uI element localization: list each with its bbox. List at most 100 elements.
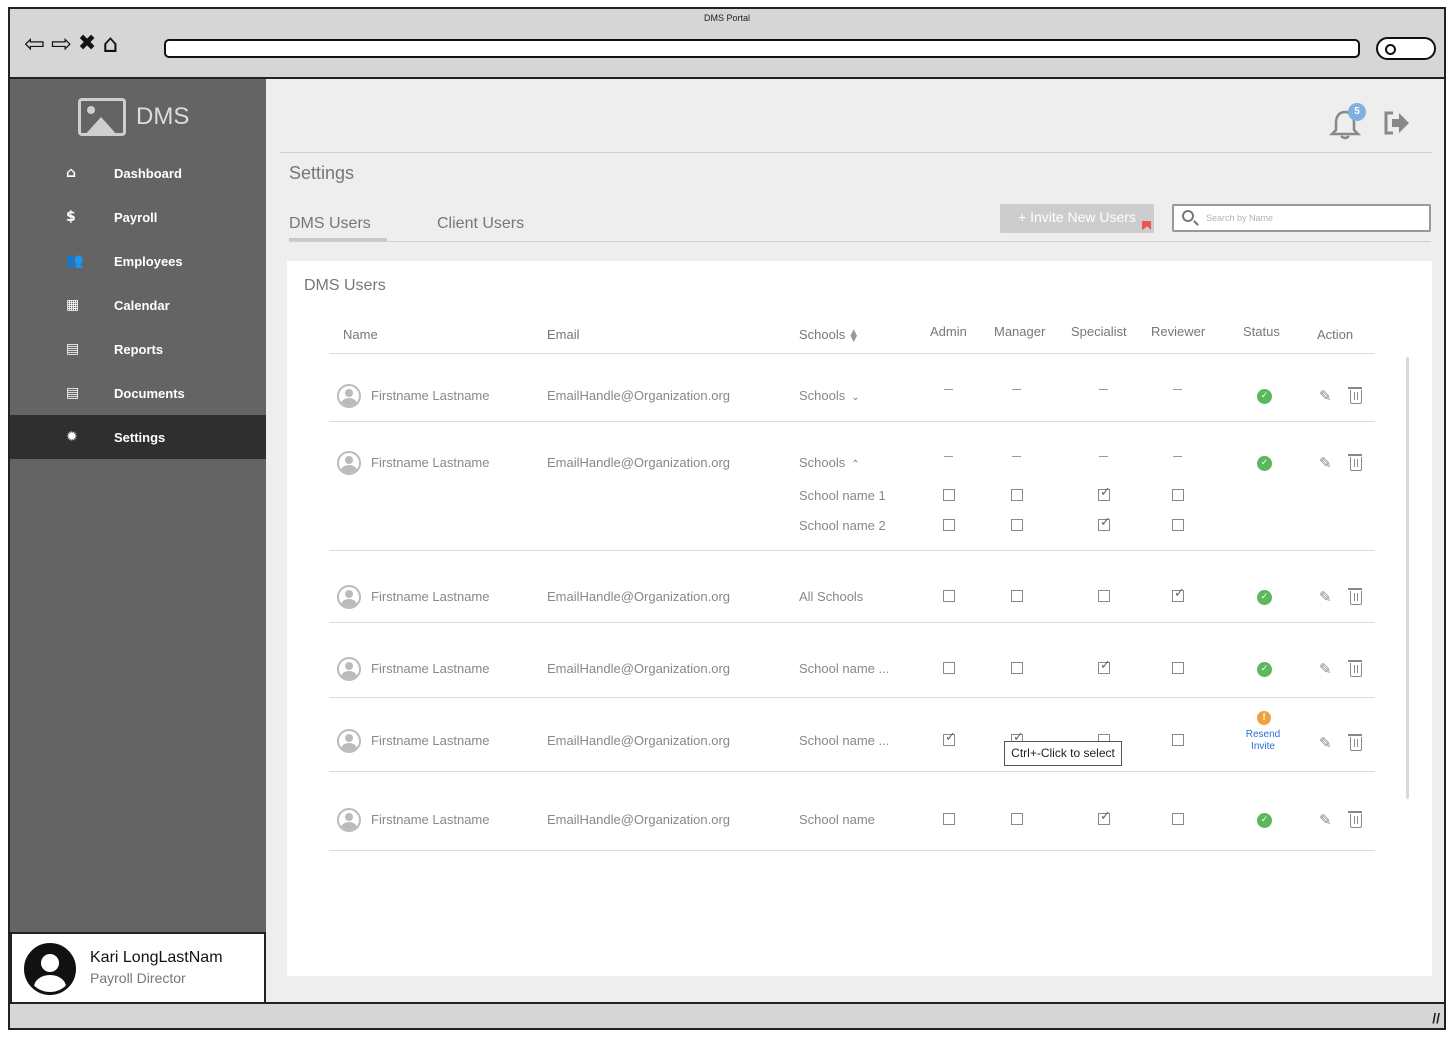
scrollbar[interactable] [1406, 357, 1409, 799]
user-profile[interactable]: Kari LongLastNam Payroll Director [10, 932, 266, 1004]
role-empty-dash [1099, 456, 1108, 457]
row-divider [329, 850, 1375, 851]
role-checkbox[interactable] [943, 662, 955, 674]
trash-icon[interactable] [1348, 734, 1362, 751]
role-checkbox[interactable] [1011, 813, 1023, 825]
sidebar: DMS ⌂ Dashboard $ Payroll 👥 Employees ▦ Calenda… [10, 79, 266, 1004]
schools-dropdown[interactable]: Schools ⌃ [799, 455, 860, 470]
sort-icon[interactable]: ▲ ▼ [850, 328, 857, 343]
sidebar-item-employees[interactable]: 👥 Employees [10, 239, 266, 283]
warning-icon: ! [1257, 711, 1271, 725]
tab-client-users[interactable]: Client Users [437, 215, 524, 241]
role-checkbox[interactable] [1172, 813, 1184, 825]
role-checkbox[interactable] [1011, 662, 1023, 674]
role-checkbox[interactable] [1098, 658, 1111, 674]
user-email: EmailHandle@Organization.org [547, 589, 731, 604]
role-checkbox[interactable] [943, 519, 955, 531]
edit-pencil-icon[interactable]: ✎ [1319, 735, 1335, 751]
user-name: Firstname Lastname [371, 812, 490, 827]
role-checkbox[interactable] [1098, 590, 1110, 602]
role-checkbox[interactable] [1172, 662, 1184, 674]
role-checkbox[interactable] [1011, 489, 1023, 501]
edit-pencil-icon[interactable]: ✎ [1319, 812, 1335, 828]
resize-grip-icon[interactable]: // [1432, 1010, 1440, 1026]
tab-dms-users[interactable]: DMS Users [289, 215, 387, 241]
status-active-icon: ✓ [1257, 456, 1272, 471]
role-checkbox[interactable] [1011, 590, 1023, 602]
chevron-down-icon[interactable]: ⌄ [851, 392, 859, 403]
role-checkbox[interactable] [943, 590, 955, 602]
row-divider [329, 353, 1375, 354]
profile-name: Kari LongLastNam [90, 949, 223, 966]
sidebar-item-documents[interactable]: ▤ Documents [10, 371, 266, 415]
user-avatar-icon [337, 808, 361, 832]
role-checkbox[interactable] [943, 813, 955, 825]
role-checkbox[interactable] [943, 730, 956, 746]
trash-icon[interactable] [1348, 387, 1362, 404]
user-email: EmailHandle@Organization.org [547, 812, 731, 827]
column-header-action: Action [1317, 327, 1354, 342]
edit-pencil-icon[interactable]: ✎ [1319, 388, 1335, 404]
resend-invite-link[interactable]: Resend Invite [1238, 729, 1288, 753]
forward-arrow-icon[interactable]: ⇨ [51, 29, 72, 59]
status-active-icon: ✓ [1257, 590, 1272, 605]
edit-pencil-icon[interactable]: ✎ [1319, 661, 1335, 677]
user-email: EmailHandle@Organization.org [547, 661, 731, 676]
logo: DMS [78, 98, 189, 136]
sidebar-item-calendar[interactable]: ▦ Calendar [10, 283, 266, 327]
role-checkbox[interactable] [943, 489, 955, 501]
row-divider [329, 550, 1375, 551]
sidebar-item-label: Dashboard [114, 165, 182, 181]
close-x-icon[interactable]: ✖ [78, 29, 96, 59]
sidebar-item-reports[interactable]: ▤ Reports [10, 327, 266, 371]
role-checkbox[interactable] [1172, 586, 1185, 602]
sidebar-item-label: Payroll [114, 209, 158, 225]
chevron-up-icon[interactable]: ⌃ [851, 459, 859, 470]
role-checkbox[interactable] [1011, 519, 1023, 531]
role-empty-dash [1173, 456, 1182, 457]
user-email: EmailHandle@Organization.org [547, 733, 731, 748]
trash-icon[interactable] [1348, 811, 1362, 828]
search-icon [1182, 210, 1194, 222]
role-checkbox[interactable] [1172, 519, 1184, 531]
home-icon[interactable]: ⌂ [102, 29, 118, 59]
user-email: EmailHandle@Organization.org [547, 388, 731, 403]
back-arrow-icon[interactable]: ⇦ [24, 29, 45, 59]
user-name: Firstname Lastname [371, 388, 490, 403]
address-bar[interactable] [164, 39, 1360, 58]
trash-icon[interactable] [1348, 454, 1362, 471]
schools-dropdown[interactable]: Schools ⌄ [799, 388, 860, 403]
search-box[interactable] [1172, 204, 1431, 232]
column-header-status: Status [1243, 324, 1280, 339]
trash-icon[interactable] [1348, 588, 1362, 605]
search-input[interactable] [1206, 210, 1416, 226]
notifications-button[interactable]: 5 [1328, 103, 1366, 141]
user-avatar-icon [337, 657, 361, 681]
user-name: Firstname Lastname [371, 733, 490, 748]
edit-pencil-icon[interactable]: ✎ [1319, 589, 1335, 605]
role-checkbox[interactable] [1172, 489, 1184, 501]
role-checkbox[interactable] [1098, 809, 1111, 825]
role-checkbox[interactable] [1172, 734, 1184, 746]
calendar-icon: ▦ [66, 297, 80, 313]
sidebar-item-settings[interactable]: ✹ Settings [10, 415, 266, 459]
edit-pencil-icon[interactable]: ✎ [1319, 455, 1335, 471]
column-header-schools[interactable]: Schools ▲ ▼ [799, 327, 857, 343]
sidebar-item-payroll[interactable]: $ Payroll [10, 195, 266, 239]
logout-button[interactable] [1382, 109, 1412, 137]
tabs-divider [289, 241, 1431, 242]
logo-image-icon [78, 98, 126, 136]
browser-window: DMS Portal ⇦ ⇨ ✖ ⌂ DMS ⌂ Dashboard $ Payrol… [8, 7, 1446, 1030]
sidebar-item-label: Settings [114, 429, 166, 445]
user-email: EmailHandle@Organization.org [547, 455, 731, 470]
payroll-hand-coin-icon: $ [66, 209, 76, 225]
trash-icon[interactable] [1348, 660, 1362, 677]
browser-search-button[interactable] [1376, 37, 1436, 60]
user-name: Firstname Lastname [371, 661, 490, 676]
role-checkbox[interactable] [1098, 515, 1111, 531]
user-name: Firstname Lastname [371, 455, 490, 470]
main-content: 5 Settings DMS Users Client Users + Invi… [266, 79, 1444, 1004]
role-checkbox[interactable] [1098, 485, 1111, 501]
invite-new-users-button[interactable]: + Invite New Users [1000, 204, 1154, 233]
sidebar-item-dashboard[interactable]: ⌂ Dashboard [10, 151, 266, 195]
